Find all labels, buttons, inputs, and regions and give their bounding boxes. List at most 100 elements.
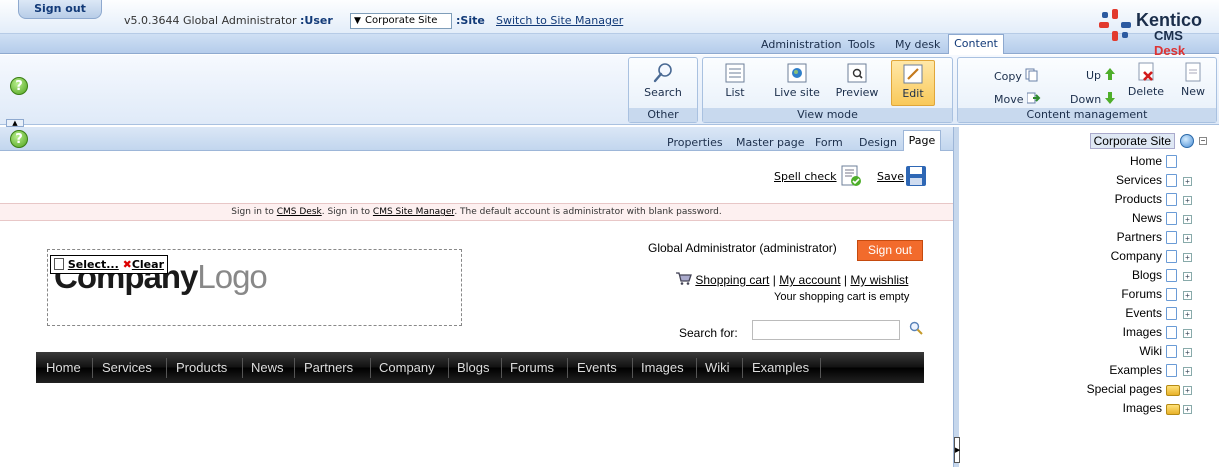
- menu-separator: [567, 358, 568, 378]
- expand-icon[interactable]: +: [1183, 215, 1192, 224]
- tree-node-label: Company: [1110, 249, 1162, 263]
- expand-icon[interactable]: +: [1183, 310, 1192, 319]
- tree-node[interactable]: Blogs: [960, 268, 1162, 284]
- tree-node[interactable]: Company: [960, 249, 1162, 265]
- tab-form[interactable]: Form: [815, 136, 843, 149]
- menu-item-products[interactable]: Products: [176, 360, 227, 375]
- save-disk-icon[interactable]: [905, 165, 927, 187]
- tree-node[interactable]: Special pages: [960, 382, 1162, 398]
- select-image-link[interactable]: Select...: [68, 258, 119, 271]
- expand-icon[interactable]: +: [1183, 253, 1192, 262]
- tree-node[interactable]: Wiki: [960, 344, 1162, 360]
- live-site-icon: [787, 63, 807, 83]
- clear-image-link[interactable]: Clear: [132, 258, 164, 271]
- move-icon: [1026, 92, 1041, 104]
- switch-to-site-manager-link[interactable]: Switch to Site Manager: [496, 14, 623, 27]
- tab-design[interactable]: Design: [859, 136, 897, 149]
- tab-master-page[interactable]: Master page: [736, 136, 805, 149]
- menu-item-images[interactable]: Images: [641, 360, 684, 375]
- tree-node[interactable]: Images: [960, 325, 1162, 341]
- menu-item-blogs[interactable]: Blogs: [457, 360, 490, 375]
- tree-node[interactable]: Products: [960, 192, 1162, 208]
- expand-icon[interactable]: +: [1183, 329, 1192, 338]
- tab-tools[interactable]: Tools: [848, 38, 875, 51]
- tree-node[interactable]: Partners: [960, 230, 1162, 246]
- search-button[interactable]: Search: [639, 62, 687, 99]
- tab-my-desk[interactable]: My desk: [895, 38, 940, 51]
- tree-node[interactable]: Home: [960, 154, 1162, 170]
- save-link[interactable]: Save: [877, 170, 904, 183]
- expand-icon[interactable]: +: [1183, 367, 1192, 376]
- group-view-mode: List Live site Preview Edit View mode: [702, 57, 953, 123]
- clear-x-icon: ✖: [122, 258, 132, 271]
- menu-item-news[interactable]: News: [251, 360, 284, 375]
- expand-icon[interactable]: +: [1183, 177, 1192, 186]
- tab-properties[interactable]: Properties: [667, 136, 723, 149]
- menu-item-wiki[interactable]: Wiki: [705, 360, 730, 375]
- document-icon: [1166, 231, 1177, 244]
- shopping-cart-link[interactable]: Shopping cart: [695, 273, 769, 287]
- delete-icon: [1138, 62, 1154, 81]
- move-button[interactable]: Move: [994, 92, 1041, 106]
- tree-node[interactable]: Examples: [960, 363, 1162, 379]
- site-search-input[interactable]: [752, 320, 900, 340]
- edit-button[interactable]: Edit: [891, 60, 935, 106]
- expand-icon[interactable]: +: [1183, 234, 1192, 243]
- menu-item-partners[interactable]: Partners: [304, 360, 353, 375]
- tree-node[interactable]: Images: [960, 401, 1162, 417]
- tree-root-node[interactable]: Corporate Site: [1089, 133, 1175, 149]
- logo-editable-region[interactable]: CompanyLogo Select... ✖Clear: [47, 249, 462, 326]
- signout-button[interactable]: Sign out: [18, 0, 102, 19]
- expand-icon[interactable]: +: [1183, 272, 1192, 281]
- expand-icon[interactable]: +: [1183, 196, 1192, 205]
- edit-pencil-icon: [903, 64, 923, 84]
- search-icon[interactable]: [909, 321, 923, 335]
- document-icon: [1166, 193, 1177, 206]
- tab-content[interactable]: Content: [948, 34, 1004, 54]
- cms-desk-link[interactable]: CMS Desk: [277, 207, 322, 217]
- tree-node[interactable]: Forums: [960, 287, 1162, 303]
- site-signout-button[interactable]: Sign out: [857, 240, 923, 261]
- help-icon[interactable]: ?: [10, 130, 28, 148]
- tab-administration[interactable]: Administration: [761, 38, 842, 51]
- menu-item-forums[interactable]: Forums: [510, 360, 554, 375]
- list-button[interactable]: List: [721, 62, 749, 99]
- collapse-ribbon-toggle[interactable]: ▲: [6, 119, 24, 127]
- menu-item-services[interactable]: Services: [102, 360, 152, 375]
- menu-separator: [501, 358, 502, 378]
- menu-item-home[interactable]: Home: [46, 360, 81, 375]
- tree-node-label: Forums: [1121, 287, 1162, 301]
- expand-icon[interactable]: +: [1183, 386, 1192, 395]
- down-button[interactable]: Down: [1070, 92, 1115, 106]
- collapse-icon[interactable]: −: [1199, 137, 1207, 145]
- select-clear-control: Select... ✖Clear: [50, 255, 168, 274]
- menu-item-examples[interactable]: Examples: [752, 360, 809, 375]
- delete-button[interactable]: Delete: [1126, 61, 1166, 98]
- tree-node[interactable]: News: [960, 211, 1162, 227]
- live-site-button[interactable]: Live site: [769, 62, 825, 99]
- tree-node[interactable]: Services: [960, 173, 1162, 189]
- document-icon: [1166, 364, 1177, 377]
- up-button[interactable]: Up: [1086, 68, 1115, 82]
- cms-site-manager-link[interactable]: CMS Site Manager: [373, 207, 454, 217]
- expand-icon[interactable]: +: [1183, 348, 1192, 357]
- expand-icon[interactable]: +: [1183, 291, 1192, 300]
- my-wishlist-link[interactable]: My wishlist: [850, 273, 908, 287]
- new-button[interactable]: New: [1178, 61, 1208, 98]
- copy-icon: [1025, 68, 1038, 82]
- my-account-link[interactable]: My account: [779, 273, 840, 287]
- help-icon[interactable]: ?: [10, 77, 28, 95]
- tab-page[interactable]: Page: [903, 130, 941, 151]
- shopping-cart-icon: [676, 272, 692, 285]
- site-select[interactable]: ▼ Corporate Site: [350, 13, 452, 29]
- panel-splitter[interactable]: [953, 127, 959, 467]
- spell-check-icon[interactable]: [840, 165, 862, 187]
- menu-item-events[interactable]: Events: [577, 360, 617, 375]
- spell-check-link[interactable]: Spell check: [774, 170, 837, 183]
- expand-icon[interactable]: +: [1183, 405, 1192, 414]
- copy-button[interactable]: Copy: [994, 68, 1038, 83]
- menu-item-company[interactable]: Company: [379, 360, 435, 375]
- tree-node[interactable]: Events: [960, 306, 1162, 322]
- preview-button[interactable]: Preview: [831, 62, 883, 99]
- menu-separator: [632, 358, 633, 378]
